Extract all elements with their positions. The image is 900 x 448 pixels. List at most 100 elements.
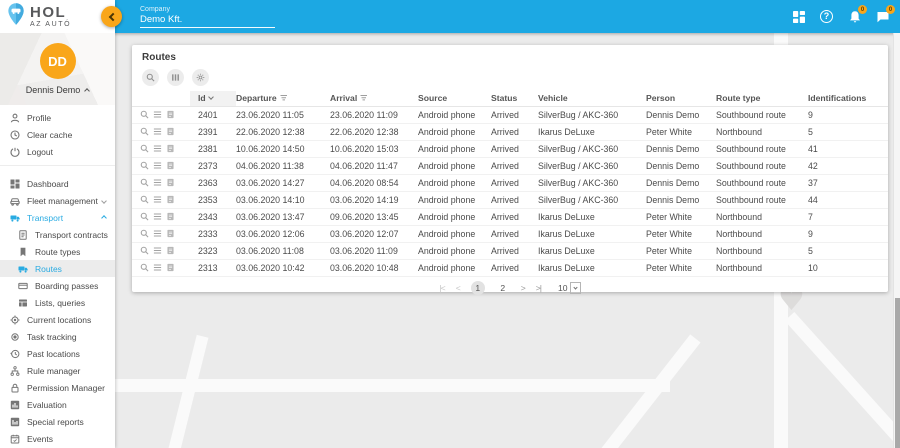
sidebar-collapse-button[interactable]: [101, 6, 122, 27]
sidebar-item-logout[interactable]: Logout: [0, 143, 115, 160]
row-search-icon[interactable]: [140, 263, 149, 272]
row-list-icon[interactable]: [153, 229, 162, 238]
last-page-button[interactable]: >|: [536, 283, 542, 293]
row-copy-icon[interactable]: [166, 127, 175, 136]
notifications-bell-icon[interactable]: 0: [847, 5, 867, 24]
report-chart-icon: [10, 417, 20, 427]
row-list-icon[interactable]: [153, 144, 162, 153]
filter-icon[interactable]: [280, 94, 288, 102]
sidebar-item-rule-manager[interactable]: Rule manager: [0, 362, 115, 379]
row-list-icon[interactable]: [153, 263, 162, 272]
company-input[interactable]: Demo Kft.: [140, 14, 275, 28]
sidebar-item-evaluation[interactable]: Evaluation: [0, 396, 115, 413]
messages-chat-icon[interactable]: 0: [875, 5, 895, 24]
column-header-id[interactable]: Id: [190, 91, 236, 107]
column-header-status[interactable]: Status: [491, 91, 538, 107]
sidebar-item-current-locations[interactable]: Current locations: [0, 311, 115, 328]
help-icon[interactable]: ?: [819, 9, 834, 24]
column-header-source[interactable]: Source: [418, 91, 491, 107]
row-search-icon[interactable]: [140, 212, 149, 221]
row-copy-icon[interactable]: [166, 229, 175, 238]
columns-button[interactable]: [167, 69, 184, 86]
table-row[interactable]: 2381 10.06.2020 14:50 10.06.2020 15:03 A…: [132, 140, 888, 158]
sidebar-item-dashboard[interactable]: Dashboard: [0, 175, 115, 192]
row-search-icon[interactable]: [140, 110, 149, 119]
row-search-icon[interactable]: [140, 178, 149, 187]
sidebar-item-routes[interactable]: Routes: [0, 260, 115, 277]
table-row[interactable]: 2373 04.06.2020 11:38 04.06.2020 11:47 A…: [132, 157, 888, 175]
row-search-icon[interactable]: [140, 161, 149, 170]
vertical-scrollbar[interactable]: [893, 33, 900, 448]
row-search-icon[interactable]: [140, 229, 149, 238]
column-header-identifications[interactable]: Identifications: [808, 91, 888, 107]
row-search-icon[interactable]: [140, 246, 149, 255]
table-row[interactable]: 2353 03.06.2020 14:10 03.06.2020 14:19 A…: [132, 191, 888, 209]
cell-departure: 03.06.2020 13:47: [236, 208, 330, 226]
sidebar-item-profile[interactable]: Profile: [0, 109, 115, 126]
sidebar-item-events[interactable]: Events: [0, 430, 115, 447]
row-list-icon[interactable]: [153, 110, 162, 119]
row-copy-icon[interactable]: [166, 178, 175, 187]
filter-icon[interactable]: [360, 94, 368, 102]
divider: [0, 165, 115, 166]
table-row[interactable]: 2323 03.06.2020 11:08 03.06.2020 11:09 A…: [132, 242, 888, 260]
cell-source: Android phone: [418, 225, 491, 243]
row-list-icon[interactable]: [153, 212, 162, 221]
crosshair-icon: [10, 315, 20, 325]
sidebar-item-transport-contracts[interactable]: Transport contracts: [0, 226, 115, 243]
table-row[interactable]: 2401 23.06.2020 11:05 23.06.2020 11:09 A…: [132, 106, 888, 124]
row-search-icon[interactable]: [140, 144, 149, 153]
table-row[interactable]: 2313 03.06.2020 10:42 03.06.2020 10:48 A…: [132, 259, 888, 277]
row-copy-icon[interactable]: [166, 263, 175, 272]
sidebar-item-boarding-passes[interactable]: Boarding passes: [0, 277, 115, 294]
table-row[interactable]: 2391 22.06.2020 12:38 22.06.2020 12:38 A…: [132, 123, 888, 141]
row-list-icon[interactable]: [153, 195, 162, 204]
sidebar-item-past-locations[interactable]: Past locations: [0, 345, 115, 362]
search-button[interactable]: [142, 69, 159, 86]
sidebar-item-lists-queries[interactable]: Lists, queries: [0, 294, 115, 311]
cell-route-type: Southbound route: [716, 157, 808, 175]
page-button-1[interactable]: 1: [470, 280, 485, 295]
row-list-icon[interactable]: [153, 161, 162, 170]
row-copy-icon[interactable]: [166, 110, 175, 119]
next-page-button[interactable]: >: [521, 283, 526, 293]
sidebar-item-transport[interactable]: Transport: [0, 209, 115, 226]
row-copy-icon[interactable]: [166, 195, 175, 204]
row-list-icon[interactable]: [153, 246, 162, 255]
column-header-departure[interactable]: Departure: [236, 91, 330, 107]
company-label: Company: [140, 5, 170, 13]
settings-gear-button[interactable]: [192, 69, 209, 86]
table-row[interactable]: 2363 03.06.2020 14:27 04.06.2020 08:54 A…: [132, 174, 888, 192]
scrollbar-thumb[interactable]: [895, 298, 900, 448]
sidebar-item-route-types[interactable]: Route types: [0, 243, 115, 260]
row-list-icon[interactable]: [153, 127, 162, 136]
column-header-person[interactable]: Person: [646, 91, 716, 107]
sidebar-item-fleet-management[interactable]: Fleet management: [0, 192, 115, 209]
apps-grid-icon[interactable]: [791, 9, 806, 24]
table-row[interactable]: 2343 03.06.2020 13:47 09.06.2020 13:45 A…: [132, 208, 888, 226]
row-copy-icon[interactable]: [166, 161, 175, 170]
column-header-vehicle[interactable]: Vehicle: [538, 91, 646, 107]
row-search-icon[interactable]: [140, 127, 149, 136]
sidebar-item-special-reports[interactable]: Special reports: [0, 413, 115, 430]
avatar[interactable]: DD: [39, 43, 76, 79]
table-row[interactable]: 2333 03.06.2020 12:06 03.06.2020 12:07 A…: [132, 225, 888, 243]
page-size-dropdown[interactable]: [569, 281, 581, 294]
sidebar-item-clear-cache[interactable]: Clear cache: [0, 126, 115, 143]
sidebar-item-permission-manager[interactable]: Permission Manager: [0, 379, 115, 396]
row-search-icon[interactable]: [140, 195, 149, 204]
company-field[interactable]: Company Demo Kft.: [140, 6, 275, 28]
row-copy-icon[interactable]: [166, 246, 175, 255]
page-button-2[interactable]: 2: [496, 281, 510, 295]
user-menu-toggle[interactable]: Dennis Demo: [26, 85, 91, 95]
column-header-route-type[interactable]: Route type: [716, 91, 808, 107]
column-header-arrival[interactable]: Arrival: [330, 91, 418, 107]
first-page-button[interactable]: |<: [439, 283, 445, 293]
sidebar-item-task-tracking[interactable]: Task tracking: [0, 328, 115, 345]
prev-page-button[interactable]: <: [456, 283, 461, 293]
row-list-icon[interactable]: [153, 178, 162, 187]
row-copy-icon[interactable]: [166, 212, 175, 221]
cell-arrival: 04.06.2020 08:54: [330, 174, 418, 192]
cell-id: 2401: [190, 106, 236, 124]
row-copy-icon[interactable]: [166, 144, 175, 153]
